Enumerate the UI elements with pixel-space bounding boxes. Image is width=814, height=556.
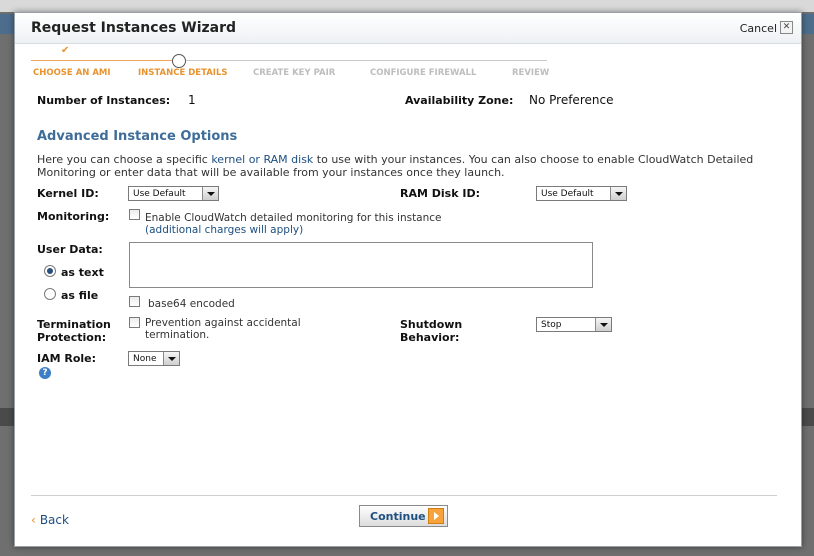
ramdisk-id-select[interactable]: Use Default [536,186,627,201]
step-configure-firewall: CONFIGURE FIREWALL [370,68,477,78]
continue-label: Continue [370,510,426,523]
user-data-textarea[interactable] [129,242,593,288]
as-text-label: as text [61,266,104,279]
description-text-start: Here you can choose a specific [37,153,212,166]
wizard-progress: ✔ CHOOSE AN AMI INSTANCE DETAILS CREATE … [31,45,550,93]
kernel-id-value: Use Default [133,189,186,199]
step-create-key-pair: CREATE KEY PAIR [253,68,336,78]
base64-checkbox[interactable] [129,296,140,307]
help-icon[interactable]: ? [39,367,51,379]
termination-protection-text-line1: Prevention against accidental [145,317,301,329]
background-window-top [0,0,814,12]
availability-zone-value: No Preference [529,93,614,107]
iam-role-label: IAM Role: [37,352,97,365]
arrow-right-icon [428,508,444,524]
termination-protection-label-line2: Protection: [37,331,107,344]
close-icon[interactable]: ✕ [780,21,793,34]
monitoring-checkbox-label: Enable CloudWatch detailed monitoring fo… [145,212,442,224]
as-text-radio[interactable] [44,265,56,277]
chevron-down-icon [595,318,611,331]
back-label: Back [39,513,69,527]
iam-role-select[interactable]: None [128,351,180,366]
termination-protection-checkbox[interactable] [129,317,140,328]
chevron-down-icon [202,187,218,200]
availability-zone-label: Availability Zone: [405,94,514,107]
step-instance-details: INSTANCE DETAILS [138,68,228,78]
continue-button[interactable]: Continue [359,505,448,527]
kernel-id-label: Kernel ID: [37,187,99,200]
progress-line-done [31,60,179,61]
advanced-options-description: Here you can choose a specific kernel or… [37,153,757,179]
termination-protection-text-line2: termination. [145,329,210,341]
shutdown-behavior-value: Stop [541,320,562,330]
termination-protection-label-line1: Termination [37,318,111,331]
chevron-left-icon: ‹ [31,513,36,527]
progress-line-todo [179,60,547,61]
monitoring-label: Monitoring: [37,210,110,223]
additional-charges-link[interactable]: (additional charges will apply) [145,224,303,236]
instances-label: Number of Instances: [37,94,171,107]
user-data-label: User Data: [37,243,103,256]
ramdisk-id-value: Use Default [541,189,594,199]
instances-value: 1 [188,93,196,107]
shutdown-behavior-select[interactable]: Stop [536,317,612,332]
advanced-options-title: Advanced Instance Options [37,129,238,144]
wizard-dialog: Request Instances Wizard Cancel ✕ ✔ CHOO… [14,12,802,547]
kernel-id-select[interactable]: Use Default [128,186,219,201]
shutdown-behavior-label-line2: Behavior: [400,331,460,344]
ramdisk-id-label: RAM Disk ID: [400,187,480,200]
base64-label: base64 encoded [148,298,235,310]
shutdown-behavior-label-line1: Shutdown [400,318,463,331]
footer-divider [31,495,777,496]
dialog-title-bar: Request Instances Wizard Cancel ✕ [15,13,801,44]
chevron-down-icon [610,187,626,200]
chevron-down-icon [163,352,179,365]
checkmark-icon: ✔ [61,45,70,56]
step-review: REVIEW [512,68,550,78]
back-link[interactable]: ‹ Back [31,513,69,527]
current-step-marker [172,54,186,68]
dialog-title: Request Instances Wizard [31,20,237,36]
as-file-label: as file [61,289,99,302]
iam-role-value: None [133,354,157,364]
cancel-link[interactable]: Cancel [740,22,777,35]
as-file-radio[interactable] [44,288,56,300]
monitoring-checkbox[interactable] [129,209,140,220]
step-choose-ami: CHOOSE AN AMI [33,68,111,78]
kernel-ramdisk-link[interactable]: kernel or RAM disk [211,153,313,166]
